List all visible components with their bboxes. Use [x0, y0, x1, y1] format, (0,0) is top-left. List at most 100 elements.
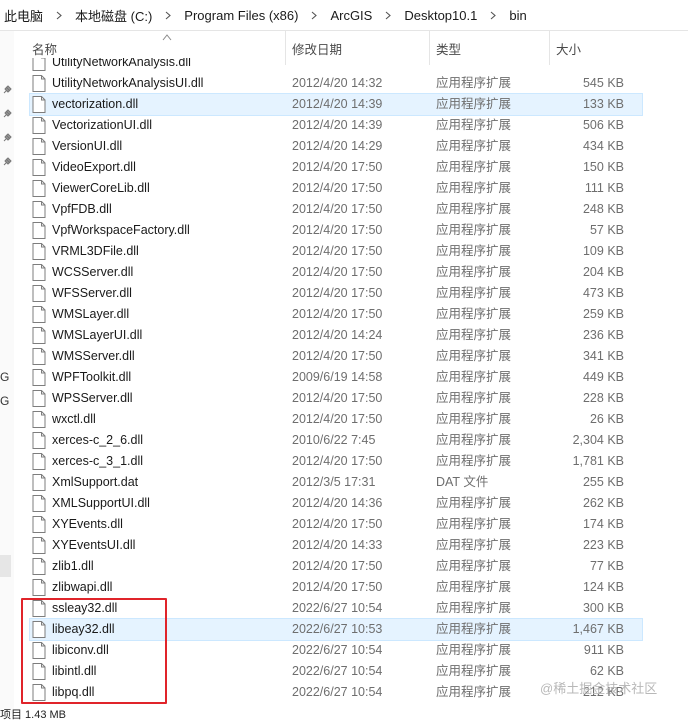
file-row[interactable]: XYEvents.dll 2012/4/20 17:50 应用程序扩展 174 KB: [30, 514, 642, 535]
file-type: 应用程序扩展: [436, 433, 512, 447]
annotation-highlight-box: [21, 598, 167, 704]
file-name: WPFToolkit.dll: [52, 370, 132, 384]
file-date: 2010/6/22 7:45: [292, 433, 376, 447]
file-size: 150 KB: [582, 160, 624, 174]
file-name: VectorizationUI.dll: [52, 118, 153, 132]
file-icon: [32, 348, 46, 365]
breadcrumb-item[interactable]: Desktop10.1: [400, 8, 481, 23]
breadcrumb: 此电脑 本地磁盘 (C:) Program Files (x86) ArcGIS Des…: [0, 0, 688, 31]
file-type: 应用程序扩展: [436, 160, 512, 174]
file-name: XMLSupportUI.dll: [52, 496, 150, 510]
file-row[interactable]: WFSServer.dll 2012/4/20 17:50 应用程序扩展 473 KB: [30, 283, 642, 304]
file-size: 223 KB: [582, 538, 624, 552]
file-name: XYEvents.dll: [52, 517, 123, 531]
file-name: xerces-c_2_6.dll: [52, 433, 144, 447]
file-type: 应用程序扩展: [436, 622, 512, 636]
file-size: 109 KB: [582, 244, 624, 258]
file-name: VpfWorkspaceFactory.dll: [52, 223, 190, 237]
file-date: 2022/6/27 10:53: [292, 622, 383, 636]
file-row[interactable]: zlibwapi.dll 2012/4/20 17:50 应用程序扩展 124 KB: [30, 577, 642, 598]
file-row[interactable]: WMSLayer.dll 2012/4/20 17:50 应用程序扩展 259 KB: [30, 304, 642, 325]
breadcrumb-item[interactable]: ArcGIS: [326, 8, 376, 23]
file-name: XmlSupport.dat: [52, 475, 139, 489]
file-date: 2012/4/20 17:50: [292, 265, 383, 279]
file-date: 2012/4/20 14:39: [292, 118, 383, 132]
chevron-right-icon[interactable]: [54, 10, 64, 20]
file-type: 应用程序扩展: [436, 391, 512, 405]
breadcrumb-item[interactable]: bin: [505, 8, 530, 23]
file-date: 2012/4/20 17:50: [292, 181, 383, 195]
file-date: 2012/4/20 17:50: [292, 517, 383, 531]
file-row[interactable]: UtilityNetworkAnalysis.dll: [30, 58, 642, 73]
file-icon: [32, 537, 46, 554]
file-type: 应用程序扩展: [436, 559, 512, 573]
file-row[interactable]: WPFToolkit.dll 2009/6/19 14:58 应用程序扩展 449 K…: [30, 367, 642, 388]
file-name: XYEventsUI.dll: [52, 538, 136, 552]
file-row[interactable]: VectorizationUI.dll 2012/4/20 14:39 应用程序扩展…: [30, 115, 642, 136]
file-name: VpfFDB.dll: [52, 202, 112, 216]
file-type: 应用程序扩展: [436, 244, 512, 258]
file-date: 2012/4/20 17:50: [292, 286, 383, 300]
file-date: 2012/4/20 17:50: [292, 559, 383, 573]
file-date: 2012/4/20 17:50: [292, 160, 383, 174]
file-row[interactable]: xerces-c_2_6.dll 2010/6/22 7:45 应用程序扩展 2,30…: [30, 430, 642, 451]
file-type: 应用程序扩展: [436, 538, 512, 552]
file-size: 341 KB: [582, 349, 624, 363]
file-icon: [32, 117, 46, 134]
file-date: 2009/6/19 14:58: [292, 370, 383, 384]
file-size: 26 KB: [589, 412, 624, 426]
file-row[interactable]: VpfWorkspaceFactory.dll 2012/4/20 17:50 应用…: [30, 220, 642, 241]
file-row[interactable]: xerces-c_3_1.dll 2012/4/20 17:50 应用程序扩展 1,7…: [30, 451, 642, 472]
file-row[interactable]: ViewerCoreLib.dll 2012/4/20 17:50 应用程序扩展 11…: [30, 178, 642, 199]
chevron-right-icon[interactable]: [488, 10, 498, 20]
file-row[interactable]: zlib1.dll 2012/4/20 17:50 应用程序扩展 77 KB: [30, 556, 642, 577]
file-icon: [32, 369, 46, 386]
chevron-right-icon[interactable]: [163, 10, 173, 20]
file-row[interactable]: wxctl.dll 2012/4/20 17:50 应用程序扩展 26 KB: [30, 409, 642, 430]
file-name: WMSLayer.dll: [52, 307, 130, 321]
file-date: 2012/4/20 17:50: [292, 349, 383, 363]
file-type: DAT 文件: [436, 475, 489, 489]
file-size: 174 KB: [582, 517, 624, 531]
file-row[interactable]: WPSServer.dll 2012/4/20 17:50 应用程序扩展 228 KB: [30, 388, 642, 409]
breadcrumb-item[interactable]: 本地磁盘 (C:): [71, 6, 156, 25]
chevron-right-icon[interactable]: [383, 10, 393, 20]
file-icon: [32, 58, 46, 71]
file-date: 2012/4/20 14:33: [292, 538, 383, 552]
file-row[interactable]: VideoExport.dll 2012/4/20 17:50 应用程序扩展 150 …: [30, 157, 642, 178]
file-size: 124 KB: [582, 580, 624, 594]
file-row[interactable]: vectorization.dll 2012/4/20 14:39 应用程序扩展 13…: [29, 93, 643, 116]
file-row[interactable]: XMLSupportUI.dll 2012/4/20 14:36 应用程序扩展 262…: [30, 493, 642, 514]
file-size: 204 KB: [582, 265, 624, 279]
file-size: 57 KB: [589, 223, 624, 237]
file-size: 255 KB: [582, 475, 624, 489]
file-type: 应用程序扩展: [436, 286, 512, 300]
file-date: 2022/6/27 10:54: [292, 685, 383, 699]
file-row[interactable]: WMSServer.dll 2012/4/20 17:50 应用程序扩展 341 KB: [30, 346, 642, 367]
breadcrumb-item[interactable]: 此电脑: [0, 6, 47, 25]
file-icon: [32, 306, 46, 323]
file-icon: [32, 180, 46, 197]
file-row[interactable]: XmlSupport.dat 2012/3/5 17:31 DAT 文件 255 KB: [30, 472, 642, 493]
file-type: 应用程序扩展: [436, 139, 512, 153]
file-row[interactable]: VpfFDB.dll 2012/4/20 17:50 应用程序扩展 248 KB: [30, 199, 642, 220]
file-row[interactable]: UtilityNetworkAnalysisUI.dll 2012/4/20 14…: [30, 73, 642, 94]
file-size: 434 KB: [582, 139, 624, 153]
file-name: zlibwapi.dll: [52, 580, 113, 594]
file-size: 449 KB: [582, 370, 624, 384]
breadcrumb-item[interactable]: Program Files (x86): [180, 8, 302, 23]
file-date: 2012/3/5 17:31: [292, 475, 376, 489]
file-row[interactable]: WCSServer.dll 2012/4/20 17:50 应用程序扩展 204 KB: [30, 262, 642, 283]
file-date: 2012/4/20 17:50: [292, 202, 383, 216]
file-icon: [32, 516, 46, 533]
file-type: 应用程序扩展: [436, 223, 512, 237]
file-row[interactable]: XYEventsUI.dll 2012/4/20 14:33 应用程序扩展 223 K…: [30, 535, 642, 556]
file-icon: [32, 222, 46, 239]
file-name: UtilityNetworkAnalysis.dll: [52, 58, 191, 69]
chevron-right-icon[interactable]: [309, 10, 319, 20]
file-row[interactable]: WMSLayerUI.dll 2012/4/20 14:24 应用程序扩展 236 K…: [30, 325, 642, 346]
file-row[interactable]: VersionUI.dll 2012/4/20 14:29 应用程序扩展 434 KB: [30, 136, 642, 157]
file-row[interactable]: VRML3DFile.dll 2012/4/20 17:50 应用程序扩展 109 K…: [30, 241, 642, 262]
pin-icon: [3, 133, 12, 142]
file-date: 2012/4/20 14:29: [292, 139, 383, 153]
